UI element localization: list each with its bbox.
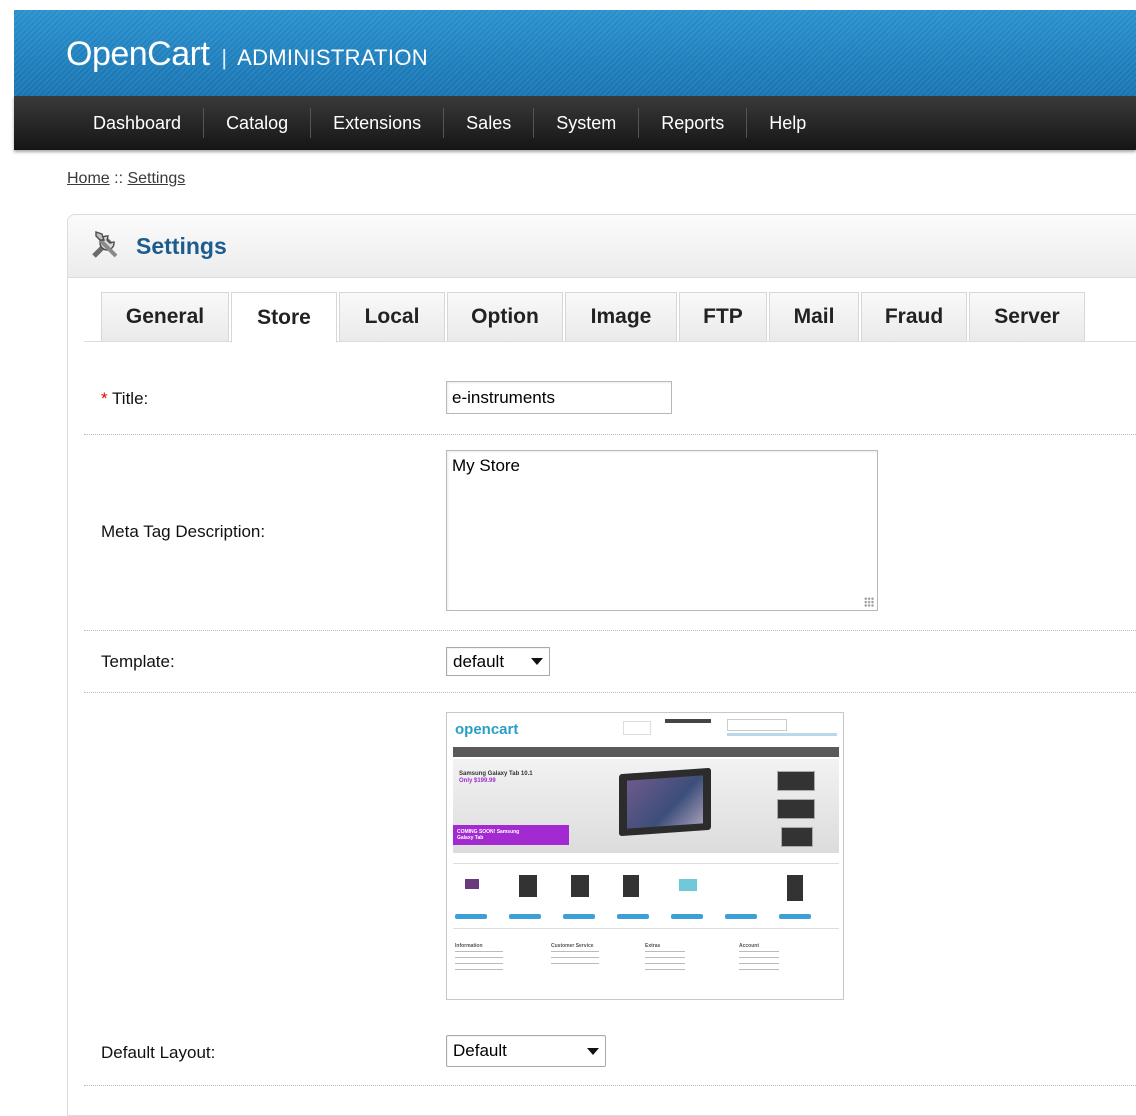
template-preview-image: opencart Samsung Galaxy Tab 10.1 Only $1… (446, 712, 844, 1000)
meta-description-row: Meta Tag Description: My Store (84, 434, 1136, 631)
preview-add-button-6 (725, 914, 757, 919)
preview-banner: COMING SOON! Samsung Galaxy Tab (453, 825, 569, 845)
preview-footer-links-1 (455, 951, 503, 975)
settings-tabs: General Store Local Option Image FTP Mai… (84, 292, 1136, 343)
meta-description-textarea[interactable]: My Store (446, 450, 878, 611)
preview-footer-col-3: Extras (645, 943, 661, 949)
tab-image[interactable]: Image (565, 292, 677, 341)
panel-heading: Settings (68, 215, 1136, 278)
preview-footer-col-2: Customer Service (551, 943, 594, 949)
title-label: * Title: (101, 389, 148, 409)
opencart-logo[interactable]: OpenCart | ADMINISTRATION (66, 35, 428, 75)
brand-separator: | (221, 45, 228, 70)
breadcrumb-settings-link[interactable]: Settings (127, 170, 185, 187)
menu-extensions[interactable]: Extensions (311, 108, 445, 138)
preview-banner-text: COMING SOON! Samsung Galaxy Tab (457, 829, 520, 841)
preview-footer-links-3 (645, 951, 685, 975)
tab-option[interactable]: Option (447, 292, 563, 341)
admin-header: OpenCart | ADMINISTRATION (14, 10, 1136, 96)
preview-search-box (727, 719, 787, 731)
preview-thumb-1 (777, 771, 815, 791)
breadcrumb-home-link[interactable]: Home (67, 170, 110, 187)
preview-product-5 (679, 879, 697, 891)
tab-store[interactable]: Store (231, 292, 337, 343)
preview-thumb-2 (777, 799, 815, 819)
tab-fraud[interactable]: Fraud (861, 292, 967, 341)
preview-add-button-2 (509, 914, 541, 919)
preview-cart-bar (665, 719, 711, 723)
preview-welcome-line (727, 733, 837, 736)
store-title-input[interactable]: e-instruments (446, 381, 672, 414)
menu-catalog[interactable]: Catalog (204, 108, 312, 138)
preview-footer-links-2 (551, 951, 599, 969)
preview-product-6 (787, 875, 803, 901)
menu-dashboard[interactable]: Dashboard (77, 108, 205, 138)
preview-add-button-1 (455, 914, 487, 919)
template-select[interactable]: default (446, 647, 550, 676)
preview-hero-line2: Only $199.99 (459, 778, 496, 784)
preview-products (453, 863, 839, 929)
tab-ftp[interactable]: FTP (679, 292, 767, 341)
brand-name: OpenCart (66, 35, 210, 73)
preview-product-3 (571, 875, 589, 897)
meta-description-value: My Store (452, 456, 521, 475)
menu-sales[interactable]: Sales (444, 108, 535, 138)
preview-product-4 (623, 875, 639, 897)
preview-add-button-7 (779, 914, 811, 919)
menu-reports[interactable]: Reports (639, 108, 748, 138)
title-row: * Title: e-instruments (84, 361, 1136, 435)
preview-add-button-3 (563, 914, 595, 919)
preview-currency-box (623, 721, 651, 735)
preview-hero-text: Samsung Galaxy Tab 10.1 Only $199.99 (459, 771, 533, 785)
preview-add-button-4 (617, 914, 649, 919)
tab-general[interactable]: General (101, 292, 229, 341)
default-layout-select[interactable]: Default (446, 1035, 606, 1067)
chevron-down-icon (531, 658, 543, 665)
menu-system[interactable]: System (534, 108, 640, 138)
breadcrumb: Home :: Settings (67, 170, 185, 188)
tab-mail[interactable]: Mail (769, 292, 859, 341)
menu-help[interactable]: Help (747, 108, 828, 138)
page-title: Settings (136, 232, 227, 259)
template-row: Template: default (84, 630, 1136, 693)
preview-thumb-3 (781, 827, 813, 847)
preview-product-2 (519, 875, 537, 897)
preview-footer-col-4: Account (739, 943, 759, 949)
default-layout-value: Default (453, 1041, 507, 1060)
tab-local[interactable]: Local (339, 292, 445, 341)
default-layout-label: Default Layout: (101, 1043, 216, 1062)
title-label-text: Title: (107, 389, 149, 408)
preview-hero-line1: Samsung Galaxy Tab 10.1 (459, 771, 533, 777)
meta-description-label: Meta Tag Description: (101, 522, 266, 541)
chevron-down-icon (587, 1047, 599, 1055)
template-select-value: default (453, 651, 505, 671)
tab-server[interactable]: Server (969, 292, 1085, 341)
preview-add-button-5 (671, 914, 703, 919)
default-layout-row: Default Layout: Default (84, 1019, 1136, 1086)
settings-tools-icon (86, 224, 126, 269)
preview-footer-links-4 (739, 951, 779, 975)
settings-panel: Settings General Store Local Option Imag… (67, 214, 1136, 1116)
required-marker: * (101, 389, 108, 408)
preview-logo: opencart (455, 721, 519, 738)
preview-tablet-image (619, 767, 711, 837)
breadcrumb-separator: :: (109, 170, 128, 187)
resize-grip-icon[interactable] (864, 597, 874, 607)
preview-footer-col-1: Information (455, 943, 483, 949)
preview-product-1 (465, 879, 479, 889)
main-menu: Dashboard Catalog Extensions Sales Syste… (14, 96, 1136, 150)
brand-subtitle: ADMINISTRATION (237, 45, 428, 70)
preview-nav-bar (453, 747, 839, 757)
template-label: Template: (101, 652, 175, 671)
